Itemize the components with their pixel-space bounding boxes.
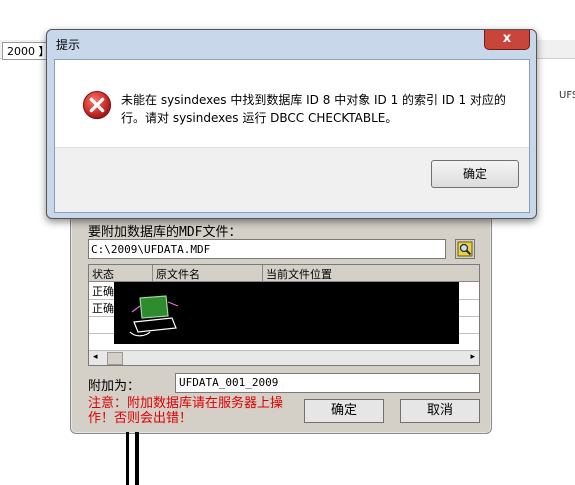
- background-text-fragment-2: UFS: [559, 90, 575, 101]
- scroll-thumb[interactable]: [107, 352, 123, 365]
- file-list-grid[interactable]: 状态 原文件名 当前文件位置 正确 正确 ◂ ▸: [88, 264, 480, 366]
- error-message-text: 未能在 sysindexes 中找到数据库 ID 8 中对象 ID 1 的索引 …: [121, 93, 506, 125]
- background-line-2: [135, 432, 139, 485]
- column-status: 状态: [92, 268, 114, 281]
- server-warning-text: 注意：附加数据库请在服务器上操作！否则会出错！: [88, 396, 284, 426]
- attach-as-input[interactable]: UFDATA_001_2009: [175, 373, 480, 393]
- close-icon: x: [502, 31, 512, 46]
- horizontal-scrollbar[interactable]: ◂ ▸: [89, 350, 479, 365]
- attach-database-dialog: 要附加数据库的MDF文件： C:\2009\UFDATA.MDF 状态 原文件名…: [70, 200, 492, 434]
- close-button[interactable]: x: [484, 30, 530, 50]
- message-box-body: 未能在 sysindexes 中找到数据库 ID 8 中对象 ID 1 的索引 …: [54, 59, 530, 213]
- computer-icon: [129, 295, 179, 337]
- magnifier-icon: [457, 241, 473, 257]
- column-current-location: 当前文件位置: [266, 268, 332, 281]
- mdf-file-label: 要附加数据库的MDF文件：: [88, 225, 242, 240]
- message-box-title: 提示: [56, 38, 81, 52]
- browse-button[interactable]: [455, 239, 475, 259]
- grid-header: 状态 原文件名 当前文件位置: [89, 265, 479, 282]
- message-box-footer: 确定: [55, 147, 529, 212]
- row-status: 正确: [92, 285, 114, 298]
- ok-button[interactable]: 确定: [431, 160, 519, 188]
- column-original-filename: 原文件名: [156, 268, 200, 281]
- error-icon: [82, 90, 112, 120]
- attach-as-label: 附加为：: [88, 379, 141, 394]
- attach-ok-button[interactable]: 确定: [304, 399, 384, 423]
- row-status: 正确: [92, 302, 114, 315]
- mdf-path-field[interactable]: C:\2009\UFDATA.MDF: [88, 239, 446, 259]
- redacted-area: [114, 282, 459, 344]
- scroll-left-arrow-icon[interactable]: ◂: [93, 352, 98, 362]
- scroll-right-arrow-icon[interactable]: ▸: [470, 352, 475, 362]
- attach-cancel-button[interactable]: 取消: [400, 399, 480, 423]
- error-message-box: 提示 x 未能在 sysindexes 中找到数据库 ID 8 中对象 ID 1…: [46, 29, 537, 219]
- background-line: [126, 432, 129, 485]
